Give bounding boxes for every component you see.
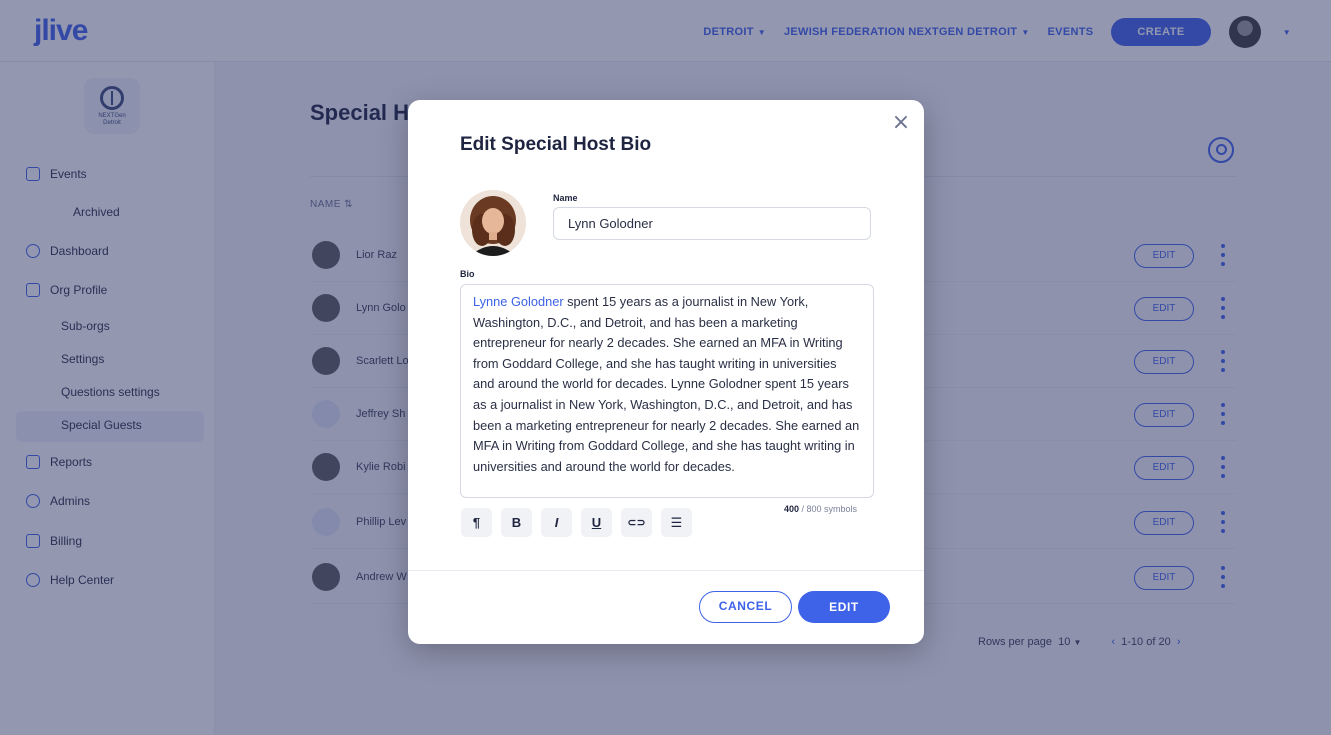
bio-field-label: Bio [460,269,475,279]
close-icon[interactable]: × [890,112,912,134]
formatting-toolbar: ¶ B I U ⊂⊃ ☰ [461,508,692,537]
edit-button[interactable]: EDIT [798,591,890,623]
bio-editor[interactable]: Lynne Golodner spent 15 years as a journ… [460,284,874,498]
host-portrait-image [460,190,526,256]
bio-text: spent 15 years as a journalist in New Yo… [473,294,860,474]
host-photo [460,190,526,256]
cancel-button[interactable]: CANCEL [699,591,792,623]
bio-host-link[interactable]: Lynne Golodner [473,294,564,309]
symbol-count: 400 [784,504,800,514]
name-field-label: Name [553,193,578,203]
modal-title: Edit Special Host Bio [460,134,652,155]
symbol-counter: 400 / 800 symbols [784,504,857,514]
paragraph-icon[interactable]: ¶ [461,508,492,537]
symbol-limit: / 800 symbols [799,504,858,514]
bold-icon[interactable]: B [501,508,532,537]
name-field[interactable] [553,207,871,240]
underline-icon[interactable]: U [581,508,612,537]
modal-divider [408,570,924,571]
link-icon[interactable]: ⊂⊃ [621,508,652,537]
edit-bio-modal: × Edit Special Host Bio Name Bio Lynne G… [408,100,924,644]
list-icon[interactable]: ☰ [661,508,692,537]
italic-icon[interactable]: I [541,508,572,537]
